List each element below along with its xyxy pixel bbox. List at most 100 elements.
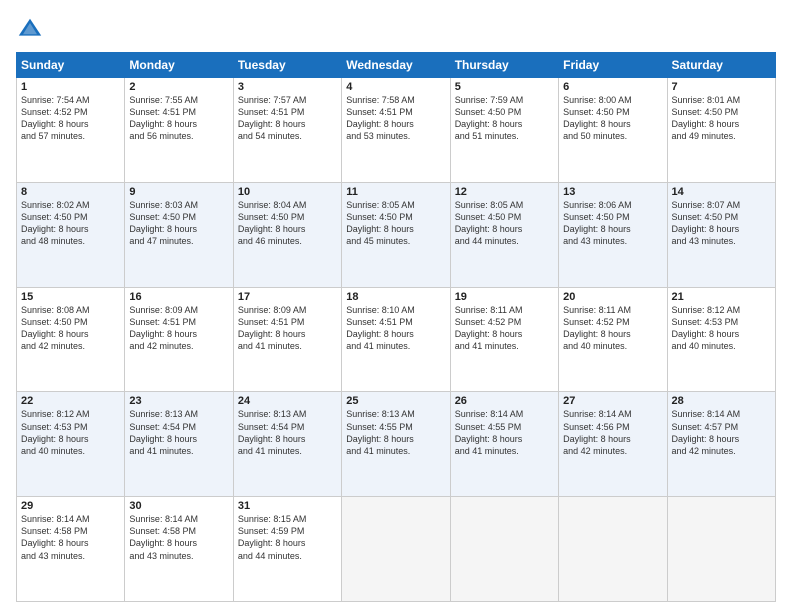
day-info: Sunrise: 8:05 AMSunset: 4:50 PMDaylight:…	[455, 199, 554, 248]
day-info: Sunrise: 8:12 AMSunset: 4:53 PMDaylight:…	[672, 304, 771, 353]
calendar-cell: 18Sunrise: 8:10 AMSunset: 4:51 PMDayligh…	[342, 287, 450, 392]
calendar-cell: 14Sunrise: 8:07 AMSunset: 4:50 PMDayligh…	[667, 182, 775, 287]
day-number: 21	[672, 291, 771, 303]
calendar-cell: 4Sunrise: 7:58 AMSunset: 4:51 PMDaylight…	[342, 78, 450, 183]
calendar-cell: 2Sunrise: 7:55 AMSunset: 4:51 PMDaylight…	[125, 78, 233, 183]
day-info: Sunrise: 8:07 AMSunset: 4:50 PMDaylight:…	[672, 199, 771, 248]
day-header-sunday: Sunday	[17, 53, 125, 78]
page: SundayMondayTuesdayWednesdayThursdayFrid…	[0, 0, 792, 612]
day-number: 10	[238, 186, 337, 198]
day-info: Sunrise: 8:13 AMSunset: 4:54 PMDaylight:…	[129, 408, 228, 457]
calendar-cell: 5Sunrise: 7:59 AMSunset: 4:50 PMDaylight…	[450, 78, 558, 183]
day-info: Sunrise: 8:12 AMSunset: 4:53 PMDaylight:…	[21, 408, 120, 457]
calendar-cell: 19Sunrise: 8:11 AMSunset: 4:52 PMDayligh…	[450, 287, 558, 392]
day-info: Sunrise: 8:01 AMSunset: 4:50 PMDaylight:…	[672, 94, 771, 143]
day-number: 4	[346, 81, 445, 93]
calendar: SundayMondayTuesdayWednesdayThursdayFrid…	[16, 52, 776, 602]
day-info: Sunrise: 8:09 AMSunset: 4:51 PMDaylight:…	[129, 304, 228, 353]
day-info: Sunrise: 7:55 AMSunset: 4:51 PMDaylight:…	[129, 94, 228, 143]
day-info: Sunrise: 7:54 AMSunset: 4:52 PMDaylight:…	[21, 94, 120, 143]
day-number: 19	[455, 291, 554, 303]
calendar-cell: 1Sunrise: 7:54 AMSunset: 4:52 PMDaylight…	[17, 78, 125, 183]
day-number: 13	[563, 186, 662, 198]
day-number: 29	[21, 500, 120, 512]
calendar-cell: 17Sunrise: 8:09 AMSunset: 4:51 PMDayligh…	[233, 287, 341, 392]
day-number: 28	[672, 395, 771, 407]
day-header-monday: Monday	[125, 53, 233, 78]
calendar-cell: 27Sunrise: 8:14 AMSunset: 4:56 PMDayligh…	[559, 392, 667, 497]
calendar-cell: 22Sunrise: 8:12 AMSunset: 4:53 PMDayligh…	[17, 392, 125, 497]
day-info: Sunrise: 8:14 AMSunset: 4:55 PMDaylight:…	[455, 408, 554, 457]
day-number: 1	[21, 81, 120, 93]
calendar-cell: 21Sunrise: 8:12 AMSunset: 4:53 PMDayligh…	[667, 287, 775, 392]
day-info: Sunrise: 8:14 AMSunset: 4:57 PMDaylight:…	[672, 408, 771, 457]
calendar-body: 1Sunrise: 7:54 AMSunset: 4:52 PMDaylight…	[17, 78, 776, 602]
day-number: 15	[21, 291, 120, 303]
calendar-cell: 29Sunrise: 8:14 AMSunset: 4:58 PMDayligh…	[17, 497, 125, 602]
calendar-cell: 31Sunrise: 8:15 AMSunset: 4:59 PMDayligh…	[233, 497, 341, 602]
day-info: Sunrise: 8:14 AMSunset: 4:58 PMDaylight:…	[129, 513, 228, 562]
calendar-week-4: 22Sunrise: 8:12 AMSunset: 4:53 PMDayligh…	[17, 392, 776, 497]
calendar-week-3: 15Sunrise: 8:08 AMSunset: 4:50 PMDayligh…	[17, 287, 776, 392]
day-info: Sunrise: 8:13 AMSunset: 4:54 PMDaylight:…	[238, 408, 337, 457]
day-info: Sunrise: 7:58 AMSunset: 4:51 PMDaylight:…	[346, 94, 445, 143]
calendar-header: SundayMondayTuesdayWednesdayThursdayFrid…	[17, 53, 776, 78]
calendar-cell: 28Sunrise: 8:14 AMSunset: 4:57 PMDayligh…	[667, 392, 775, 497]
calendar-cell	[559, 497, 667, 602]
calendar-cell: 15Sunrise: 8:08 AMSunset: 4:50 PMDayligh…	[17, 287, 125, 392]
calendar-cell: 23Sunrise: 8:13 AMSunset: 4:54 PMDayligh…	[125, 392, 233, 497]
day-number: 26	[455, 395, 554, 407]
calendar-cell: 12Sunrise: 8:05 AMSunset: 4:50 PMDayligh…	[450, 182, 558, 287]
day-number: 14	[672, 186, 771, 198]
day-info: Sunrise: 8:14 AMSunset: 4:56 PMDaylight:…	[563, 408, 662, 457]
day-number: 8	[21, 186, 120, 198]
day-info: Sunrise: 8:15 AMSunset: 4:59 PMDaylight:…	[238, 513, 337, 562]
day-info: Sunrise: 8:05 AMSunset: 4:50 PMDaylight:…	[346, 199, 445, 248]
calendar-week-5: 29Sunrise: 8:14 AMSunset: 4:58 PMDayligh…	[17, 497, 776, 602]
day-number: 7	[672, 81, 771, 93]
day-header-friday: Friday	[559, 53, 667, 78]
day-header-tuesday: Tuesday	[233, 53, 341, 78]
calendar-cell: 30Sunrise: 8:14 AMSunset: 4:58 PMDayligh…	[125, 497, 233, 602]
calendar-cell: 16Sunrise: 8:09 AMSunset: 4:51 PMDayligh…	[125, 287, 233, 392]
day-number: 16	[129, 291, 228, 303]
calendar-cell	[342, 497, 450, 602]
calendar-cell: 13Sunrise: 8:06 AMSunset: 4:50 PMDayligh…	[559, 182, 667, 287]
day-number: 27	[563, 395, 662, 407]
header	[16, 16, 776, 44]
day-number: 17	[238, 291, 337, 303]
day-info: Sunrise: 8:04 AMSunset: 4:50 PMDaylight:…	[238, 199, 337, 248]
day-info: Sunrise: 8:11 AMSunset: 4:52 PMDaylight:…	[455, 304, 554, 353]
day-info: Sunrise: 8:10 AMSunset: 4:51 PMDaylight:…	[346, 304, 445, 353]
day-number: 9	[129, 186, 228, 198]
day-number: 20	[563, 291, 662, 303]
day-info: Sunrise: 7:59 AMSunset: 4:50 PMDaylight:…	[455, 94, 554, 143]
calendar-week-1: 1Sunrise: 7:54 AMSunset: 4:52 PMDaylight…	[17, 78, 776, 183]
day-info: Sunrise: 8:11 AMSunset: 4:52 PMDaylight:…	[563, 304, 662, 353]
day-number: 5	[455, 81, 554, 93]
day-number: 25	[346, 395, 445, 407]
day-number: 30	[129, 500, 228, 512]
day-number: 31	[238, 500, 337, 512]
day-info: Sunrise: 8:08 AMSunset: 4:50 PMDaylight:…	[21, 304, 120, 353]
day-number: 23	[129, 395, 228, 407]
calendar-cell: 7Sunrise: 8:01 AMSunset: 4:50 PMDaylight…	[667, 78, 775, 183]
calendar-cell: 26Sunrise: 8:14 AMSunset: 4:55 PMDayligh…	[450, 392, 558, 497]
header-row: SundayMondayTuesdayWednesdayThursdayFrid…	[17, 53, 776, 78]
calendar-cell: 20Sunrise: 8:11 AMSunset: 4:52 PMDayligh…	[559, 287, 667, 392]
day-info: Sunrise: 8:14 AMSunset: 4:58 PMDaylight:…	[21, 513, 120, 562]
day-number: 6	[563, 81, 662, 93]
day-number: 12	[455, 186, 554, 198]
day-info: Sunrise: 8:00 AMSunset: 4:50 PMDaylight:…	[563, 94, 662, 143]
logo-icon	[16, 16, 44, 44]
day-header-wednesday: Wednesday	[342, 53, 450, 78]
day-number: 22	[21, 395, 120, 407]
calendar-cell	[667, 497, 775, 602]
calendar-cell: 24Sunrise: 8:13 AMSunset: 4:54 PMDayligh…	[233, 392, 341, 497]
day-number: 11	[346, 186, 445, 198]
day-number: 2	[129, 81, 228, 93]
calendar-cell: 11Sunrise: 8:05 AMSunset: 4:50 PMDayligh…	[342, 182, 450, 287]
day-header-thursday: Thursday	[450, 53, 558, 78]
day-number: 3	[238, 81, 337, 93]
calendar-cell: 6Sunrise: 8:00 AMSunset: 4:50 PMDaylight…	[559, 78, 667, 183]
